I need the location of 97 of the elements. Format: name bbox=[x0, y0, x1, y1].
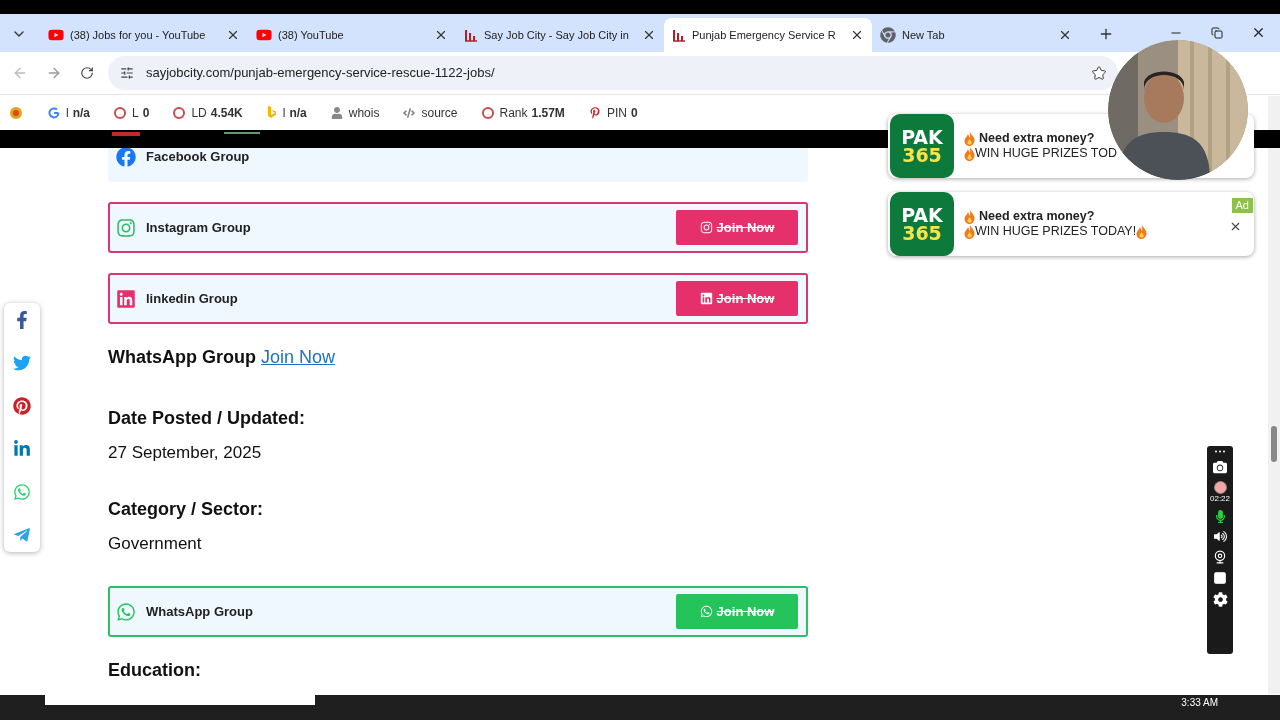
person-icon bbox=[330, 106, 343, 119]
extension-label: whois bbox=[348, 104, 380, 122]
bing-icon bbox=[266, 106, 277, 119]
camera-icon[interactable] bbox=[1213, 460, 1227, 474]
facebook-icon bbox=[116, 146, 136, 167]
bookmark-icon[interactable] bbox=[1092, 66, 1106, 80]
fire-icon bbox=[964, 131, 975, 146]
pinterest-icon[interactable] bbox=[13, 397, 31, 415]
extension-value: 1.57M bbox=[531, 104, 565, 122]
linkedin-icon bbox=[116, 288, 136, 309]
fire-icon bbox=[964, 224, 975, 239]
close-icon[interactable] bbox=[642, 28, 656, 42]
microphone-icon[interactable] bbox=[1213, 510, 1227, 523]
close-icon[interactable] bbox=[1229, 220, 1242, 233]
instagram-icon bbox=[699, 221, 713, 234]
extension-value: 4.54K bbox=[210, 104, 243, 122]
ad-card[interactable]: PAK 365 Need extra money? WIN HUGE PRIZES TODAY! Ad bbox=[888, 192, 1254, 256]
ad-headline: Need extra money? bbox=[979, 131, 1095, 146]
record-time: 02:22 bbox=[1210, 494, 1230, 503]
site-settings-icon[interactable] bbox=[120, 66, 134, 80]
browser-tab[interactable]: Punjab Emergency Service R bbox=[664, 18, 872, 52]
bar-chart-icon bbox=[672, 28, 686, 42]
pinterest-icon bbox=[588, 106, 601, 119]
more-icon[interactable] bbox=[1214, 450, 1226, 453]
bar-chart-icon bbox=[464, 28, 478, 42]
join-button[interactable]: Join Now bbox=[676, 210, 798, 245]
browser-tab[interactable]: (38) Jobs for you - YouTube bbox=[40, 18, 248, 52]
taskbar-search-field[interactable] bbox=[45, 695, 315, 705]
browser-tab[interactable]: (38) YouTube bbox=[248, 18, 456, 52]
extension-label: PIN bbox=[606, 104, 627, 122]
address-field[interactable]: sayjobcity.com/punjab-emergency-service-rescue-1122-jobs/ bbox=[108, 56, 1118, 90]
window-icon[interactable] bbox=[1213, 571, 1227, 585]
twitter-icon[interactable] bbox=[13, 354, 31, 372]
extension-value: 0 bbox=[630, 104, 638, 122]
chrome-icon bbox=[880, 27, 896, 43]
ad-text: WIN HUGE PRIZES TODAY! bbox=[975, 224, 1137, 239]
extension-label: LD bbox=[191, 104, 207, 122]
forward-icon[interactable] bbox=[46, 65, 62, 81]
tab-title: (38) Jobs for you - YouTube bbox=[70, 27, 207, 43]
extension-label: source bbox=[421, 104, 458, 122]
join-button[interactable]: Join Now bbox=[676, 281, 798, 316]
app-logo: PAK 365 bbox=[890, 192, 954, 256]
youtube-icon bbox=[48, 27, 64, 43]
tab-title: Punjab Emergency Service R bbox=[692, 27, 837, 43]
close-icon[interactable] bbox=[1058, 28, 1072, 42]
join-link[interactable]: Join Now bbox=[261, 347, 336, 367]
close-icon[interactable] bbox=[434, 28, 448, 42]
record-icon[interactable] bbox=[1213, 481, 1227, 494]
url-text: sayjobcity.com/punjab-emergency-service-rescue-1122-jobs/ bbox=[146, 64, 495, 83]
code-icon bbox=[403, 106, 416, 119]
ad-badge: Ad bbox=[1231, 198, 1253, 213]
field-value: Government bbox=[108, 532, 203, 555]
field-label: Category / Sector: bbox=[108, 497, 265, 521]
whatsapp-icon bbox=[699, 605, 713, 618]
group-name: WhatsApp Group bbox=[146, 602, 253, 621]
youtube-icon bbox=[256, 27, 272, 43]
telegram-icon[interactable] bbox=[13, 526, 31, 544]
linkedin-icon[interactable] bbox=[13, 440, 31, 458]
extension-label: Rank bbox=[499, 104, 528, 122]
restore-icon[interactable] bbox=[1211, 26, 1223, 39]
close-icon[interactable] bbox=[226, 28, 240, 42]
close-icon[interactable] bbox=[1251, 25, 1266, 40]
fire-icon bbox=[964, 146, 975, 161]
extension-value: n/a bbox=[289, 104, 307, 122]
extension-label: L bbox=[132, 104, 139, 122]
extension-value: n/a bbox=[72, 104, 90, 122]
fire-icon bbox=[964, 209, 975, 224]
close-icon[interactable] bbox=[850, 28, 864, 42]
tab-title: (38) YouTube bbox=[278, 27, 345, 43]
ad-headline: Need extra money? bbox=[979, 209, 1095, 224]
group-name: Instagram Group bbox=[146, 218, 251, 237]
logo-icon bbox=[8, 104, 24, 121]
extension-value: 0 bbox=[142, 104, 150, 122]
speaker-icon[interactable] bbox=[1213, 530, 1227, 543]
webcam-icon[interactable] bbox=[1213, 550, 1227, 564]
browser-tab[interactable]: New Tab bbox=[872, 18, 1080, 52]
settings-icon[interactable] bbox=[1212, 592, 1228, 607]
group-name: Facebook Group bbox=[146, 147, 250, 166]
section-heading: Education: bbox=[108, 659, 202, 682]
extension-label: l bbox=[282, 104, 286, 122]
whatsapp-icon bbox=[116, 601, 136, 622]
group-name: linkedin Group bbox=[146, 289, 238, 308]
instagram-icon bbox=[116, 217, 136, 238]
reload-icon[interactable] bbox=[80, 66, 94, 80]
clock-text: 3:33 AM bbox=[1181, 698, 1218, 708]
field-value: 27 September, 2025 bbox=[108, 442, 263, 464]
tab-title: New Tab bbox=[902, 27, 946, 43]
linkedin-icon bbox=[699, 292, 713, 305]
tab-title: Say Job City - Say Job City in bbox=[484, 27, 630, 43]
whatsapp-label: WhatsApp Group bbox=[108, 347, 256, 367]
google-icon bbox=[48, 106, 60, 119]
app-logo: PAK 365 bbox=[890, 114, 954, 178]
ad-text: WIN HUGE PRIZES TOD bbox=[975, 146, 1117, 161]
new-tab-icon[interactable] bbox=[1098, 26, 1114, 42]
field-label: Date Posted / Updated: bbox=[108, 407, 307, 430]
extension-label: l bbox=[66, 104, 69, 122]
browser-tab[interactable]: Say Job City - Say Job City in bbox=[456, 18, 664, 52]
